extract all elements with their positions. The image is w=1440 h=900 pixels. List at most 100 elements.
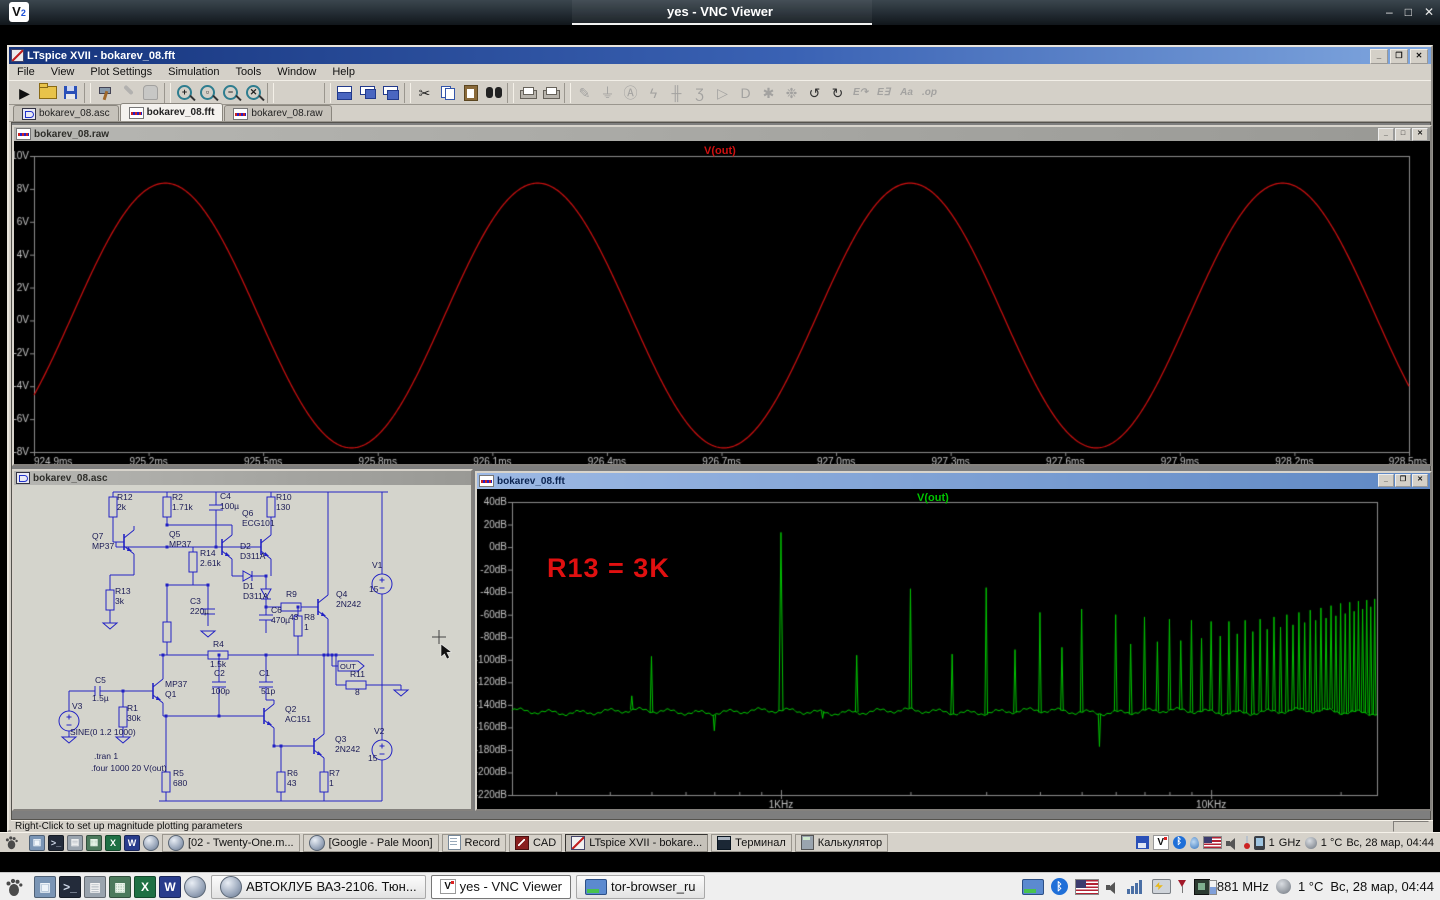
launcher-image-viewer-icon[interactable]: ▣: [29, 834, 45, 851]
clock[interactable]: Вс, 28 мар, 04:44: [1330, 879, 1434, 894]
task-автоклуб-ваз-2106-тюн-[interactable]: АВТОКЛУБ ВАЗ-2106. Тюн...: [211, 874, 426, 899]
waveform-close-button[interactable]: ✕: [1412, 128, 1428, 141]
waveform-restore-button[interactable]: □: [1395, 128, 1411, 141]
edit-tools-icon[interactable]: [116, 82, 139, 104]
menu-plot-settings[interactable]: Plot Settings: [82, 66, 160, 78]
find-icon[interactable]: [482, 82, 505, 104]
drop-tray-icon[interactable]: [1189, 836, 1199, 849]
resistor-icon[interactable]: ϟ: [642, 82, 665, 104]
rotate-icon[interactable]: E↷: [849, 82, 872, 104]
usflag-tray-icon[interactable]: [1202, 836, 1222, 849]
ltspice-restore-button[interactable]: ❐: [1390, 49, 1408, 64]
fft-close-button[interactable]: ✕: [1412, 474, 1428, 487]
vnc-viewer-titlebar[interactable]: V2 yes - VNC Viewer – □ ✕: [0, 0, 1440, 25]
run-icon[interactable]: ▶: [13, 82, 36, 104]
menu-view[interactable]: View: [43, 66, 83, 78]
cut-icon[interactable]: ✂: [413, 82, 436, 104]
vnc-window-buttons[interactable]: – □ ✕: [1386, 5, 1434, 19]
component-icon[interactable]: D: [734, 82, 757, 104]
net-label-icon[interactable]: Ⓐ: [619, 82, 642, 104]
vnc-minimize-button[interactable]: –: [1386, 5, 1393, 19]
quick-launch[interactable]: ▣ >_ ▤ ▦ X W: [34, 875, 206, 898]
launcher-calculator-icon[interactable]: ▦: [109, 875, 131, 898]
fft-plot[interactable]: [477, 489, 1430, 809]
autorange-icon[interactable]: [276, 82, 299, 104]
system-tray[interactable]: V ᛒ 1 GHz 1 °C Вс, 28 мар, 04:44: [1135, 835, 1434, 850]
task-record[interactable]: Record: [441, 833, 506, 852]
chip-tray-icon[interactable]: [1193, 878, 1217, 895]
launcher-terminal-icon[interactable]: >_: [59, 875, 81, 898]
spice-directive-icon[interactable]: .op: [918, 82, 941, 104]
schematic-canvas[interactable]: OUTR122kR21.71kC4100µQ6ECG101R10130Q7MP3…: [14, 485, 471, 809]
usflag-tray-icon[interactable]: [1074, 878, 1099, 895]
waveform-window-buttons[interactable]: _ □ ✕: [1378, 128, 1428, 141]
symbol-icon[interactable]: ✱: [757, 82, 780, 104]
battery-tray-icon[interactable]: [1151, 879, 1171, 894]
plot-settings-icon[interactable]: [299, 82, 322, 104]
zoom-out-icon[interactable]: −: [219, 82, 242, 104]
ltspice-titlebar[interactable]: LTspice XVII - bokarev_08.fft _ ❐ ✕: [9, 47, 1431, 64]
ground-icon[interactable]: ⏚: [596, 82, 619, 104]
speaker-tray-icon[interactable]: [1225, 837, 1240, 850]
move-icon[interactable]: ❉: [780, 82, 803, 104]
inductor-icon[interactable]: Ʒ: [688, 82, 711, 104]
launcher-pale-moon-icon[interactable]: [143, 834, 159, 851]
copy-icon[interactable]: [436, 82, 459, 104]
wine-tray-icon[interactable]: [1177, 879, 1187, 894]
system-tray[interactable]: ᛒ 881 MHz 1 °C Вс, 28 мар, 04:44: [1021, 878, 1434, 895]
bluetooth-tray-icon[interactable]: ᛒ: [1050, 878, 1068, 895]
ltspice-window[interactable]: LTspice XVII - bokarev_08.fft _ ❐ ✕ File Vi…: [7, 45, 1433, 832]
folder-open-tray-icon[interactable]: [1021, 878, 1044, 895]
task--02-twenty-one-m-[interactable]: [02 - Twenty-One.m...: [162, 833, 300, 852]
ltspice-minimize-button[interactable]: _: [1370, 49, 1388, 64]
task-yes-vnc-viewer[interactable]: Vyes - VNC Viewer: [430, 874, 572, 899]
vnc-close-button[interactable]: ✕: [1424, 5, 1434, 19]
pda-tray-icon[interactable]: [1253, 835, 1265, 850]
mirror-icon[interactable]: E∃: [872, 82, 895, 104]
launcher-terminal-icon[interactable]: >_: [48, 834, 64, 851]
launcher-excel-icon[interactable]: X: [105, 834, 121, 851]
fft-window-buttons[interactable]: _ ❐ ✕: [1378, 474, 1428, 487]
diode-icon[interactable]: ▷: [711, 82, 734, 104]
launcher-word-icon[interactable]: W: [159, 875, 181, 898]
tab-bar[interactable]: bokarev_08.asc bokarev_08.fft bokarev_08.r…: [9, 103, 1431, 122]
task-tor-browser-ru[interactable]: tor-browser_ru: [576, 874, 705, 899]
tab-bokarev-08-raw[interactable]: bokarev_08.raw: [224, 105, 332, 121]
speaker-tray-icon[interactable]: [1105, 881, 1120, 894]
start-menu-foot-icon[interactable]: [4, 835, 19, 850]
fft-minimize-button[interactable]: _: [1378, 474, 1394, 487]
schematic-window-titlebar[interactable]: bokarev_08.asc: [14, 471, 471, 485]
clock[interactable]: Вс, 28 мар, 04:44: [1346, 837, 1434, 849]
launcher-calculator-icon[interactable]: ▦: [86, 834, 102, 851]
tile-horizontal-icon[interactable]: [333, 82, 356, 104]
text-tool-icon[interactable]: Aa: [895, 82, 918, 104]
fft-restore-button[interactable]: ❐: [1395, 474, 1411, 487]
toolbar[interactable]: ▶ + ▫ − ✕ ✂ ✎ ⏚ Ⓐϟ ╫ Ʒ ▷ D ✱ ❉ ↺ ↻ E↷ E∃ Aa .op: [9, 80, 1431, 105]
open-icon[interactable]: [36, 82, 59, 104]
quick-launch[interactable]: ▣ >_ ▤ ▦ X W: [29, 834, 159, 851]
launcher-pale-moon-icon[interactable]: [184, 875, 206, 898]
tab-bokarev-08-asc[interactable]: bokarev_08.asc: [13, 105, 119, 121]
host-taskbar[interactable]: ▣ >_ ▤ ▦ X W АВТОКЛУБ ВАЗ-2106. Тюн... Vyes - V…: [0, 872, 1440, 900]
vnc-restore-button[interactable]: □: [1405, 5, 1412, 19]
launcher-image-viewer-icon[interactable]: ▣: [34, 875, 56, 898]
launcher-word-icon[interactable]: W: [124, 834, 140, 851]
undo-icon[interactable]: ↺: [803, 82, 826, 104]
draw-wire-icon[interactable]: ✎: [573, 82, 596, 104]
menu-tools[interactable]: Tools: [228, 66, 270, 78]
redo-icon[interactable]: ↻: [826, 82, 849, 104]
launcher-excel-icon[interactable]: X: [134, 875, 156, 898]
waveform-minimize-button[interactable]: _: [1378, 128, 1394, 141]
launcher-cardfile-icon[interactable]: ▤: [67, 834, 83, 851]
task-ltspice-xvii-bokare-[interactable]: LTspice XVII - bokare...: [565, 833, 709, 852]
print-preview-icon[interactable]: [539, 82, 562, 104]
task-cad[interactable]: CAD: [508, 833, 563, 852]
ltspice-close-button[interactable]: ✕: [1410, 49, 1428, 64]
zoom-in-icon[interactable]: +: [173, 82, 196, 104]
task--google-pale-moon-[interactable]: [Google - Pale Moon]: [302, 833, 439, 852]
tile-vertical-icon[interactable]: [356, 82, 379, 104]
task-калькулятор[interactable]: Калькулятор: [794, 833, 889, 852]
menu-simulation[interactable]: Simulation: [160, 66, 227, 78]
floppy-tray-icon[interactable]: [1135, 836, 1149, 849]
print-icon[interactable]: [516, 82, 539, 104]
